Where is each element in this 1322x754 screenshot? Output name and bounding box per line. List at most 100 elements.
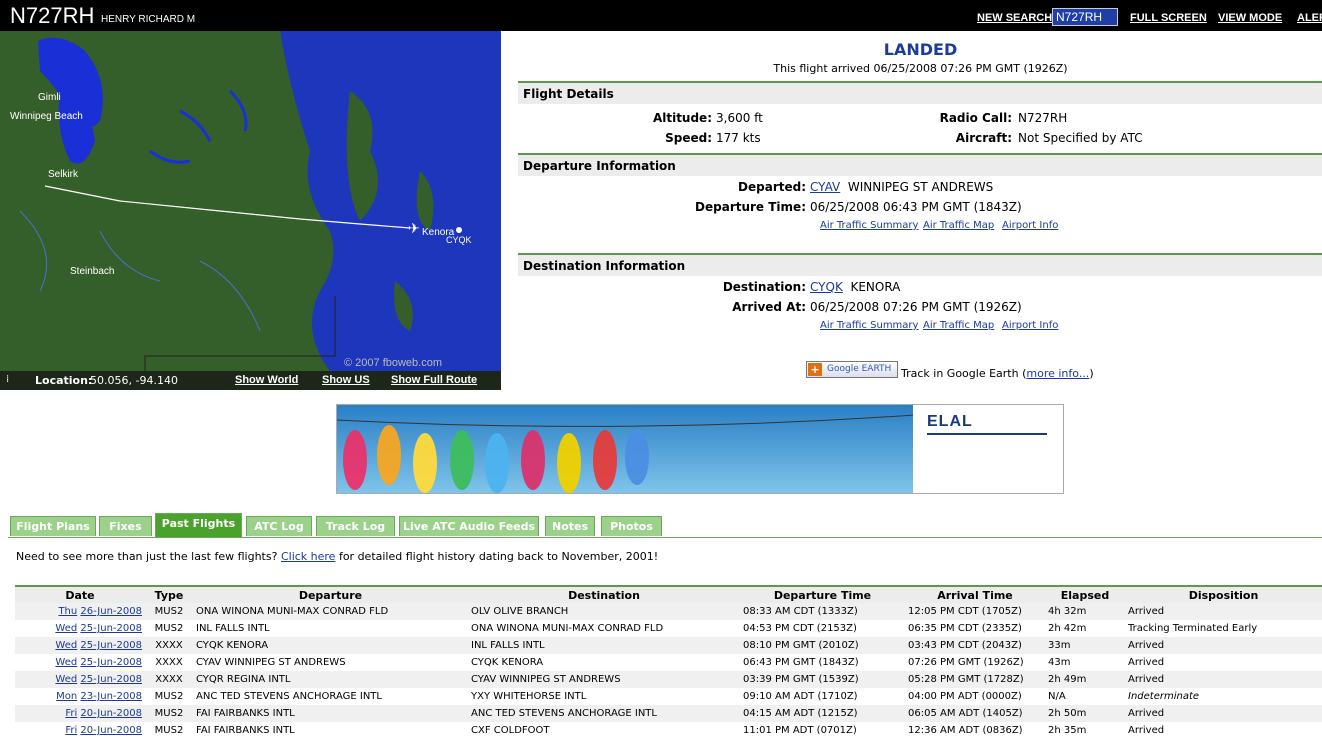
- dep-air-traffic-map-link[interactable]: Air Traffic Map: [923, 220, 994, 231]
- departure-time-cell: 04:53 PM CDT (2153Z): [740, 620, 905, 637]
- arrival-time-cell: 12:36 AM ADT (0836Z): [905, 722, 1045, 739]
- date-cell: Fri 20-Jun-2008: [15, 705, 145, 722]
- disposition-cell: Arrived: [1125, 603, 1322, 620]
- tab-notes[interactable]: Notes: [545, 516, 595, 536]
- arrival-time-cell: 04:00 PM ADT (0000Z): [905, 688, 1045, 705]
- dest-air-traffic-map-link[interactable]: Air Traffic Map: [923, 320, 994, 331]
- show-full-route-link[interactable]: Show Full Route: [391, 374, 477, 386]
- brand-logo: ELAL: [927, 413, 973, 430]
- weekday-link[interactable]: Wed: [55, 674, 77, 685]
- elapsed-cell: N/A: [1045, 688, 1125, 705]
- departure-cell: CYQK KENORA: [193, 637, 468, 654]
- tab-live-atc-audio[interactable]: Live ATC Audio Feeds: [399, 516, 539, 536]
- date-cell: Wed 25-Jun-2008: [15, 671, 145, 688]
- table-row: Wed 25-Jun-2008 XXXX CYAV WINNIPEG ST ANDR…: [15, 654, 1322, 671]
- altitude-row: Altitude:: [653, 111, 712, 125]
- flip-flops-graphic: [337, 414, 915, 493]
- history-note-prefix: Need to see more than just the last few …: [16, 550, 278, 563]
- departure-time-label-wrap: Departure Time:: [695, 200, 806, 214]
- elapsed-cell: 2h 42m: [1045, 620, 1125, 637]
- weekday-link[interactable]: Fri: [65, 725, 77, 736]
- disposition-cell: Arrived: [1125, 654, 1322, 671]
- tab-flight-plans[interactable]: Flight Plans: [10, 516, 96, 536]
- date-link[interactable]: 20-Jun-2008: [80, 725, 142, 736]
- departure-cell: FAI FAIRBANKS INTL: [193, 705, 468, 722]
- departure-time-cell: 03:39 PM GMT (1539Z): [740, 671, 905, 688]
- radio-value: N727RH: [1018, 111, 1068, 125]
- radio-label: Radio Call:: [939, 111, 1012, 125]
- dest-airport-info-link[interactable]: Airport Info: [1002, 320, 1058, 331]
- tail-number: N727RH: [10, 3, 95, 28]
- full-screen-link[interactable]: FULL SCREEN: [1130, 12, 1207, 24]
- destination-label: Destination:: [722, 280, 806, 294]
- banner-brand-panel: ELAL: [913, 405, 1063, 493]
- google-earth-more-link[interactable]: more info...: [1026, 367, 1089, 380]
- departure-time-cell: 09:10 AM ADT (1710Z): [740, 688, 905, 705]
- dep-airport-info-link[interactable]: Airport Info: [1002, 220, 1058, 231]
- departure-cell: ANC TED STEVENS ANCHORAGE INTL: [193, 688, 468, 705]
- weekday-link[interactable]: Wed: [55, 640, 77, 651]
- type-cell: MUS2: [145, 603, 193, 620]
- arrival-time-cell: 06:05 AM ADT (1405Z): [905, 705, 1045, 722]
- history-click-here-link[interactable]: Click here: [281, 550, 336, 563]
- status-title: LANDED: [883, 40, 958, 59]
- departure-cell: FAI FAIRBANKS INTL: [193, 722, 468, 739]
- col-disposition: Disposition: [1125, 586, 1322, 603]
- weekday-link[interactable]: Wed: [55, 657, 77, 668]
- view-mode-link[interactable]: VIEW MODE: [1218, 12, 1282, 24]
- weekday-link[interactable]: Fri: [65, 708, 77, 719]
- alerts-link[interactable]: ALER: [1297, 12, 1322, 24]
- date-link[interactable]: 20-Jun-2008: [80, 708, 142, 719]
- type-cell: MUS2: [145, 705, 193, 722]
- destination-airport-link[interactable]: CYQK: [810, 280, 843, 294]
- new-search-link[interactable]: NEW SEARCH: [977, 12, 1052, 24]
- google-earth-text: Track in Google Earth (: [901, 367, 1027, 380]
- table-row: Mon 23-Jun-2008 MUS2 ANC TED STEVENS ANCHO…: [15, 688, 1322, 705]
- label-gimli: Gimli: [38, 92, 61, 103]
- dep-air-traffic-summary-link[interactable]: Air Traffic Summary: [820, 220, 918, 231]
- date-cell: Thu 26-Jun-2008: [15, 603, 145, 620]
- tab-photos[interactable]: Photos: [601, 516, 662, 536]
- altitude-value: 3,600 ft: [716, 111, 763, 125]
- arrival-time-cell: 03:43 PM CDT (2043Z): [905, 637, 1045, 654]
- disposition-cell: Arrived: [1125, 722, 1322, 739]
- departed-label: Departed:: [738, 180, 806, 194]
- destination-heading: Destination Information: [518, 253, 1322, 276]
- ad-banner[interactable]: ELAL: [336, 404, 1064, 494]
- departure-cell: CYAV WINNIPEG ST ANDREWS: [193, 654, 468, 671]
- weekday-link[interactable]: Mon: [56, 691, 77, 702]
- flight-status: LANDED This flight arrived 06/25/2008 07…: [519, 40, 1322, 75]
- date-link[interactable]: 23-Jun-2008: [80, 691, 142, 702]
- date-cell: Fri 20-Jun-2008: [15, 722, 145, 739]
- tab-track-log[interactable]: Track Log: [316, 516, 395, 536]
- weekday-link[interactable]: Thu: [58, 606, 77, 617]
- map-toolbar: ⁞ Location: 50.056, -94.140 Show World S…: [0, 371, 501, 390]
- destination-cell: CXF COLDFOOT: [468, 722, 740, 739]
- date-link[interactable]: 25-Jun-2008: [80, 623, 142, 634]
- date-link[interactable]: 25-Jun-2008: [80, 674, 142, 685]
- history-note: Need to see more than just the last few …: [16, 550, 658, 563]
- show-world-link[interactable]: Show World: [235, 374, 298, 386]
- flight-details-heading: Flight Details: [518, 81, 1322, 104]
- tab-atc-log[interactable]: ATC Log: [246, 516, 312, 536]
- aircraft-label: Aircraft:: [955, 131, 1012, 145]
- arrival-time-cell: 12:05 PM CDT (1705Z): [905, 603, 1045, 620]
- date-link[interactable]: 26-Jun-2008: [80, 606, 142, 617]
- map-handle-icon[interactable]: ⁞: [6, 374, 9, 385]
- date-link[interactable]: 25-Jun-2008: [80, 640, 142, 651]
- tab-past-flights[interactable]: Past Flights: [155, 513, 242, 537]
- arrived-label-wrap: Arrived At:: [732, 300, 806, 314]
- tab-fixes[interactable]: Fixes: [99, 516, 152, 536]
- dest-air-traffic-summary-link[interactable]: Air Traffic Summary: [820, 320, 918, 331]
- google-earth-button[interactable]: + Google EARTH: [806, 361, 898, 378]
- destination-cell: OLV OLIVE BRANCH: [468, 603, 740, 620]
- date-link[interactable]: 25-Jun-2008: [80, 657, 142, 668]
- departure-airport-link[interactable]: CYAV: [810, 180, 840, 194]
- date-cell: Wed 25-Jun-2008: [15, 637, 145, 654]
- speed-value: 177 kts: [716, 131, 761, 145]
- flight-map[interactable]: Gimli Winnipeg Beach Selkirk Steinbach K…: [0, 31, 501, 390]
- elapsed-cell: 2h 35m: [1045, 722, 1125, 739]
- weekday-link[interactable]: Wed: [55, 623, 77, 634]
- show-us-link[interactable]: Show US: [322, 374, 370, 386]
- search-input[interactable]: N727RH: [1052, 8, 1118, 26]
